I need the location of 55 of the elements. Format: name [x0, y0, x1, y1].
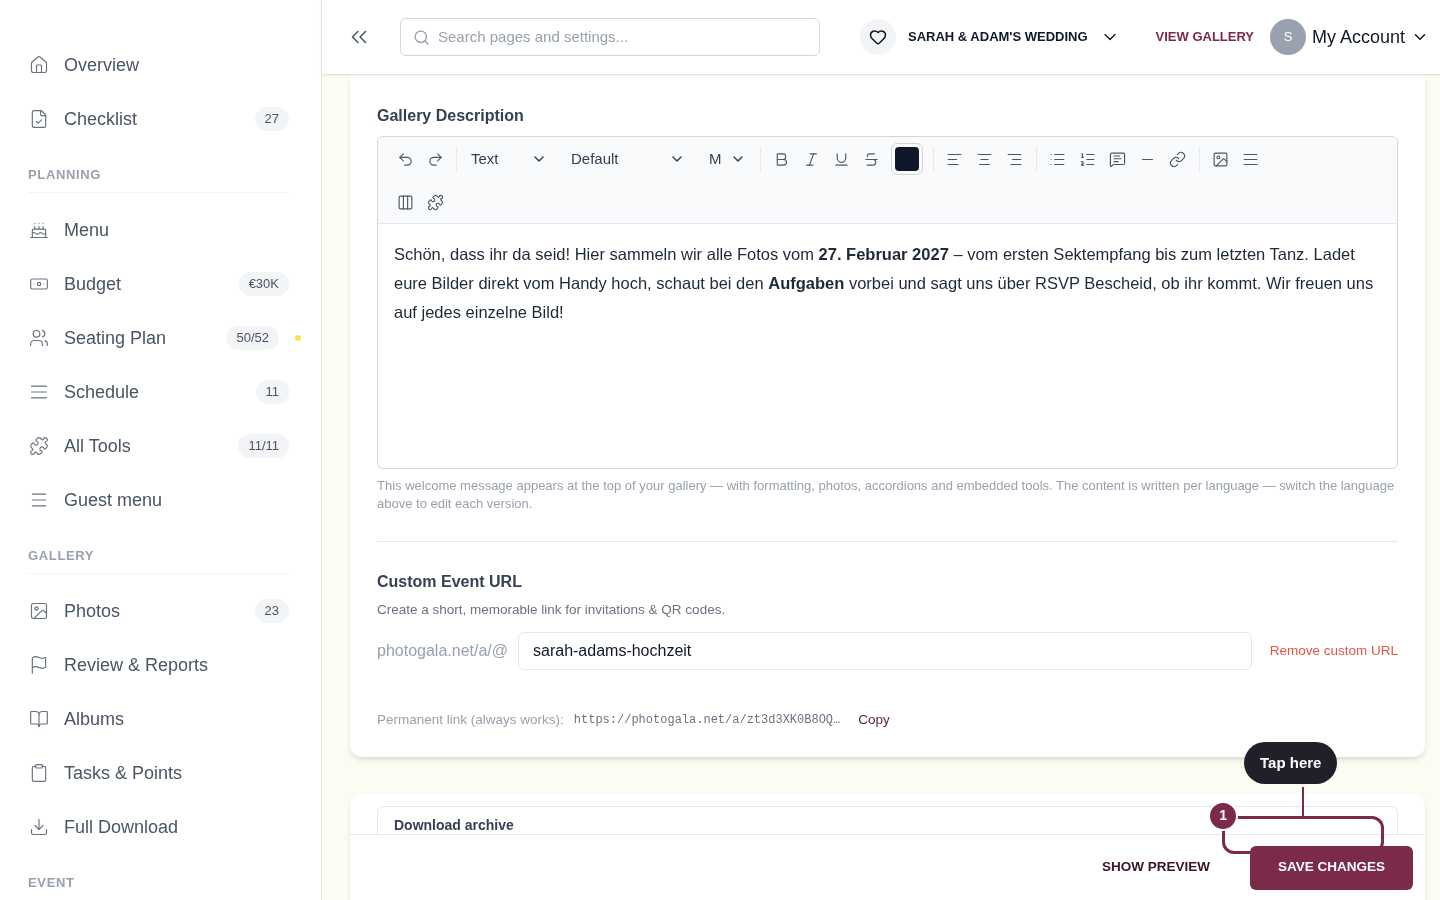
section-heading: PLANNING	[28, 167, 102, 182]
sidebar-item[interactable]: Tasks & Points	[28, 746, 289, 800]
section-title: Download archive	[394, 816, 514, 833]
field-label: Gallery Description	[377, 106, 525, 126]
count-badge: 50/52	[226, 326, 279, 350]
count-badge: 11/11	[238, 434, 289, 458]
view-gallery-link[interactable]: VIEW GALLERY	[1155, 27, 1255, 47]
people-icon	[28, 328, 50, 348]
font-select[interactable]: Default	[563, 147, 693, 171]
house-icon	[28, 55, 50, 75]
sidebar-item[interactable]: Overview	[28, 38, 289, 92]
count-badge: 23	[254, 599, 289, 623]
sidebar-item[interactable]: Checklist 27	[28, 92, 289, 146]
save-changes-button[interactable]: SAVE CHANGES	[1250, 845, 1414, 890]
block-type-select[interactable]: Text	[463, 147, 555, 171]
editor-text: Schön, dass ihr da seid! Hier sammeln wir alle Fotos vom 27. Februar 2027 – vom ersten Sektempfang bis zum letzten Tanz. Ladet eure Bilder direkt vom Handy hoch, schaut bei den Aufgaben vorbei und sagt uns über RSVP Bescheid, ob ihr kommt. Wir freuen uns auf jedes einzelne Bild!	[394, 244, 1375, 323]
account-menu[interactable]: S My Account	[1270, 19, 1430, 55]
sidebar-item[interactable]: Menu	[28, 203, 289, 257]
field-label: Custom Event URL	[377, 572, 523, 592]
search-input[interactable]: Search pages and settings...	[438, 25, 807, 49]
count-badge: 27	[254, 107, 289, 131]
sidebar-item[interactable]: Budget €30K	[28, 257, 289, 311]
sidebar-item[interactable]: Full Download	[28, 800, 289, 854]
permanent-link-label: Permanent link (always works):	[377, 711, 564, 730]
sidebar-item[interactable]: Seating Plan 50/52	[28, 311, 289, 365]
url-input[interactable]: sarah-adams-hochzeit	[518, 632, 1252, 671]
text-color-swatch[interactable]	[890, 143, 923, 175]
image-icon	[28, 601, 50, 621]
copy-link[interactable]: Copy	[858, 710, 890, 731]
size-select[interactable]: M	[701, 147, 754, 171]
event-selector[interactable]: SARAH & ADAM'S WEDDING	[860, 19, 1120, 55]
sidebar-item[interactable]: Albums	[28, 692, 289, 746]
sidebar-item[interactable]: Guest menu	[28, 473, 289, 527]
count-badge: 11	[255, 380, 289, 404]
sidebar-item[interactable]: Photos 23	[28, 584, 289, 638]
book-icon	[28, 709, 50, 729]
section-heading: GALLERY	[28, 548, 95, 563]
puzzle-icon	[28, 436, 50, 456]
search-field[interactable]: Search pages and settings...	[400, 18, 820, 56]
search-icon	[413, 28, 430, 46]
avatar: S	[1270, 19, 1307, 55]
help-text: This welcome message appears at the top of your gallery — with formatting, photos, accordions and embedded tools. The content is written per language — switch the language above to edit each version.	[377, 477, 1396, 513]
tour-connector-line	[1302, 786, 1305, 816]
remove-url-link[interactable]: Remove custom URL	[1269, 641, 1399, 662]
url-prefix: photogala.net/a/@	[377, 641, 508, 662]
show-preview-button[interactable]: SHOW PREVIEW	[1102, 857, 1211, 878]
download-icon	[28, 817, 50, 837]
count-badge: €30K	[238, 272, 289, 296]
sidebar-item[interactable]: All Tools 11/11	[28, 419, 289, 473]
cake-icon	[28, 220, 50, 240]
help-text: Create a short, memorable link for invitations & QR codes.	[377, 601, 727, 619]
sidebar-item[interactable]: Review & Reports	[28, 638, 289, 692]
sidebar-item[interactable]: Schedule 11	[28, 365, 289, 419]
section-heading: EVENT	[28, 875, 75, 890]
tour-tooltip: Tap here	[1244, 741, 1338, 784]
